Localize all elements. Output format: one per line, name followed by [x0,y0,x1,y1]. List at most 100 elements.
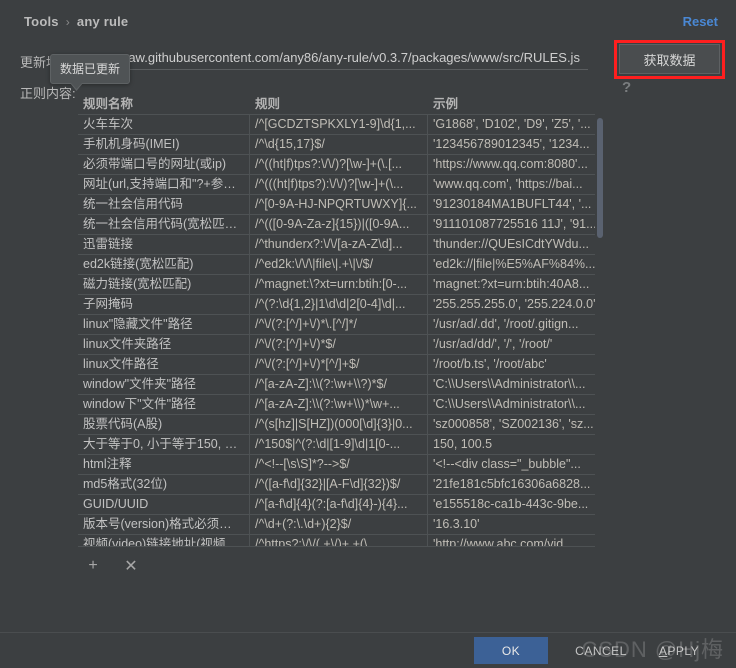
cell-example[interactable]: 'G1868', 'D102', 'D9', 'Z5', '... [428,115,605,134]
cell-rule-name[interactable]: 统一社会信用代码 [78,195,250,214]
add-row-icon[interactable]: + [82,556,104,576]
cell-rule-name[interactable]: 必须带端口号的网址(或ip) [78,155,250,174]
cell-rule-name[interactable]: window"文件夹"路径 [78,375,250,394]
table-row[interactable]: ed2k链接(宽松匹配)/^ed2k:\/\/\|file\|.+\|\/$/'… [78,255,605,275]
cell-rule-name[interactable]: 网址(url,支持端口和"?+参数"... [78,175,250,194]
cell-example[interactable]: 150, 100.5 [428,435,605,454]
cell-example[interactable]: '911101087725516 11J', '91... [428,215,605,234]
help-icon[interactable]: ? [622,79,631,96]
fetch-data-button[interactable]: 获取数据 [619,44,720,74]
table-row[interactable]: 手机机身码(IMEI)/^\d{15,17}$/'123456789012345… [78,135,605,155]
cell-example[interactable]: 'http://www.abc.com/vid... [428,535,605,546]
table-row[interactable]: linux文件夹路径/^\/(?:[^/]+\/)*$/'/usr/ad/dd/… [78,335,605,355]
cell-example[interactable]: 'e155518c-ca1b-443c-9be... [428,495,605,514]
table-row[interactable]: GUID/UUID/^[a-f\d]{4}(?:[a-f\d]{4}-){4}.… [78,495,605,515]
cell-example[interactable]: 'https://www.qq.com:8080'... [428,155,605,174]
cell-rule-name[interactable]: 视频(video)链接地址(视频 [78,535,250,546]
cell-example[interactable]: 'C:\\Users\\Administrator\\... [428,375,605,394]
cell-rule[interactable]: /^magnet:\?xt=urn:btih:[0-... [250,275,428,294]
cell-rule[interactable]: /^\/(?:[^/]+\/)*[^/]+$/ [250,355,428,374]
breadcrumb-root[interactable]: Tools [24,14,59,29]
cell-rule[interactable]: /^[GCDZTSPKXLY1-9]\d{1,... [250,115,428,134]
cell-example[interactable]: '123456789012345', '1234... [428,135,605,154]
cell-example[interactable]: 'sz000858', 'SZ002136', 'sz... [428,415,605,434]
table-row[interactable]: window"文件夹"路径/^[a-zA-Z]:\\(?:\w+\\?)*$/'… [78,375,605,395]
cell-rule[interactable]: /^(([0-9A-Za-z]{15})|([0-9A... [250,215,428,234]
cell-rule[interactable]: /^[a-zA-Z]:\\(?:\w+\\)*\w+... [250,395,428,414]
cell-rule[interactable]: /^(?:\d{1,2}|1\d\d|2[0-4]\d|... [250,295,428,314]
apply-button[interactable]: A PPLY [640,637,718,664]
table-row[interactable]: 股票代码(A股)/^(s[hz]|S[HZ])(000[\d]{3}|0... '… [78,415,605,435]
table-row[interactable]: 子网掩码/^(?:\d{1,2}|1\d\d|2[0-4]\d|... '255.… [78,295,605,315]
cell-rule[interactable]: /^<!--[\s\S]*?-->$/ [250,455,428,474]
cell-rule[interactable]: /^([a-f\d]{32}|[A-F\d]{32})$/ [250,475,428,494]
cell-rule-name[interactable]: 火车车次 [78,115,250,134]
cell-rule-name[interactable]: 磁力链接(宽松匹配) [78,275,250,294]
ok-button[interactable]: OK [474,637,548,664]
column-header-rule-name[interactable]: 规则名称 [78,95,250,114]
cell-rule[interactable]: /^https?:\/\/(.+\/)+.+(\.... [250,535,428,546]
cell-example[interactable]: 'ed2k://|file|%E5%AF%84%... [428,255,605,274]
cell-rule-name[interactable]: window下"文件"路径 [78,395,250,414]
cell-rule-name[interactable]: GUID/UUID [78,495,250,514]
cell-rule[interactable]: /^[a-zA-Z]:\\(?:\w+\\?)*$/ [250,375,428,394]
cell-example[interactable]: '16.3.10' [428,515,605,534]
cell-example[interactable]: 'magnet:?xt=urn:btih:40A8... [428,275,605,294]
cell-rule[interactable]: /^(((ht|f)tps?):\/\/)?[\w-]+(\... [250,175,428,194]
cell-example[interactable]: '91230184MA1BUFLT44', '... [428,195,605,214]
table-row[interactable]: html注释/^<!--[\s\S]*?-->$/'<!--<div class… [78,455,605,475]
table-row[interactable]: 统一社会信用代码(宽松匹配).../^(([0-9A-Za-z]{15})|([… [78,215,605,235]
cell-example[interactable]: 'www.qq.com', 'https://bai... [428,175,605,194]
cell-rule[interactable]: /^150$|^(?:\d|[1-9]\d|1[0-... [250,435,428,454]
cell-rule[interactable]: /^ed2k:\/\/\|file\|.+\|\/$/ [250,255,428,274]
cell-example[interactable]: '/root/b.ts', '/root/abc' [428,355,605,374]
column-header-rule[interactable]: 规则 [250,95,428,114]
cell-rule[interactable]: /^[0-9A-HJ-NPQRTUWXY]{... [250,195,428,214]
table-row[interactable]: window下"文件"路径/^[a-zA-Z]:\\(?:\w+\\)*\w+.… [78,395,605,415]
table-row[interactable]: linux"隐藏文件"路径/^\/(?:[^/]+\/)*\.[^/]*/'/u… [78,315,605,335]
cell-rule[interactable]: /^\/(?:[^/]+\/)*\.[^/]*/ [250,315,428,334]
cell-rule-name[interactable]: linux文件路径 [78,355,250,374]
table-row[interactable]: 统一社会信用代码/^[0-9A-HJ-NPQRTUWXY]{... '912301… [78,195,605,215]
table-row[interactable]: 大于等于0, 小于等于150, 支.../^150$|^(?:\d|[1-9]\… [78,435,605,455]
reset-link[interactable]: Reset [683,14,718,29]
table-row[interactable]: 网址(url,支持端口和"?+参数".../^(((ht|f)tps?):\/\… [78,175,605,195]
table-row[interactable]: 火车车次/^[GCDZTSPKXLY1-9]\d{1,... 'G1868', '… [78,115,605,135]
cell-example[interactable]: '21fe181c5bfc16306a6828... [428,475,605,494]
cell-example[interactable]: '255.255.255.0', '255.224.0.0' [428,295,605,314]
cell-rule-name[interactable]: 大于等于0, 小于等于150, 支... [78,435,250,454]
table-row[interactable]: 磁力链接(宽松匹配)/^magnet:\?xt=urn:btih:[0-... '… [78,275,605,295]
cell-rule-name[interactable]: 股票代码(A股) [78,415,250,434]
table-scrollbar[interactable] [595,114,605,550]
cell-rule-name[interactable]: 子网掩码 [78,295,250,314]
cell-rule[interactable]: /^[a-f\d]{4}(?:[a-f\d]{4}-){4}... [250,495,428,514]
cell-rule[interactable]: /^\d+(?:\.\d+){2}$/ [250,515,428,534]
cell-rule-name[interactable]: 手机机身码(IMEI) [78,135,250,154]
cancel-button[interactable]: CANCEL [562,637,640,664]
table-scrollbar-thumb[interactable] [597,118,603,238]
cell-rule[interactable]: /^\d{15,17}$/ [250,135,428,154]
update-url-input[interactable] [122,48,588,70]
cell-rule-name[interactable]: linux文件夹路径 [78,335,250,354]
cell-example[interactable]: '/usr/ad/dd/', '/', '/root/' [428,335,605,354]
table-row[interactable]: linux文件路径/^\/(?:[^/]+\/)*[^/]+$/'/root/b… [78,355,605,375]
table-row[interactable]: md5格式(32位)/^([a-f\d]{32}|[A-F\d]{32})$/'… [78,475,605,495]
cell-rule-name[interactable]: 版本号(version)格式必须为X... [78,515,250,534]
table-row[interactable]: 必须带端口号的网址(或ip)/^((ht|f)tps?:\/\/)?[\w-]+… [78,155,605,175]
cell-rule-name[interactable]: ed2k链接(宽松匹配) [78,255,250,274]
cell-rule[interactable]: /^(s[hz]|S[HZ])(000[\d]{3}|0... [250,415,428,434]
cell-example[interactable]: 'thunder://QUEsICdtYWdu... [428,235,605,254]
table-row[interactable]: 迅雷链接/^thunderx?:\/\/[a-zA-Z\d]...'thunde… [78,235,605,255]
remove-row-icon[interactable]: ✕ [120,556,142,576]
table-row[interactable]: 版本号(version)格式必须为X.../^\d+(?:\.\d+){2}$/… [78,515,605,535]
table-row[interactable]: 视频(video)链接地址(视频/^https?:\/\/(.+\/)+.+(\… [78,535,605,547]
cell-rule-name[interactable]: 迅雷链接 [78,235,250,254]
cell-rule[interactable]: /^((ht|f)tps?:\/\/)?[\w-]+(\.[... [250,155,428,174]
cell-rule-name[interactable]: linux"隐藏文件"路径 [78,315,250,334]
cell-rule[interactable]: /^\/(?:[^/]+\/)*$/ [250,335,428,354]
cell-example[interactable]: 'C:\\Users\\Administrator\\... [428,395,605,414]
cell-rule[interactable]: /^thunderx?:\/\/[a-zA-Z\d]... [250,235,428,254]
cell-example[interactable]: '/usr/ad/.dd', '/root/.gitign... [428,315,605,334]
cell-rule-name[interactable]: md5格式(32位) [78,475,250,494]
cell-rule-name[interactable]: html注释 [78,455,250,474]
